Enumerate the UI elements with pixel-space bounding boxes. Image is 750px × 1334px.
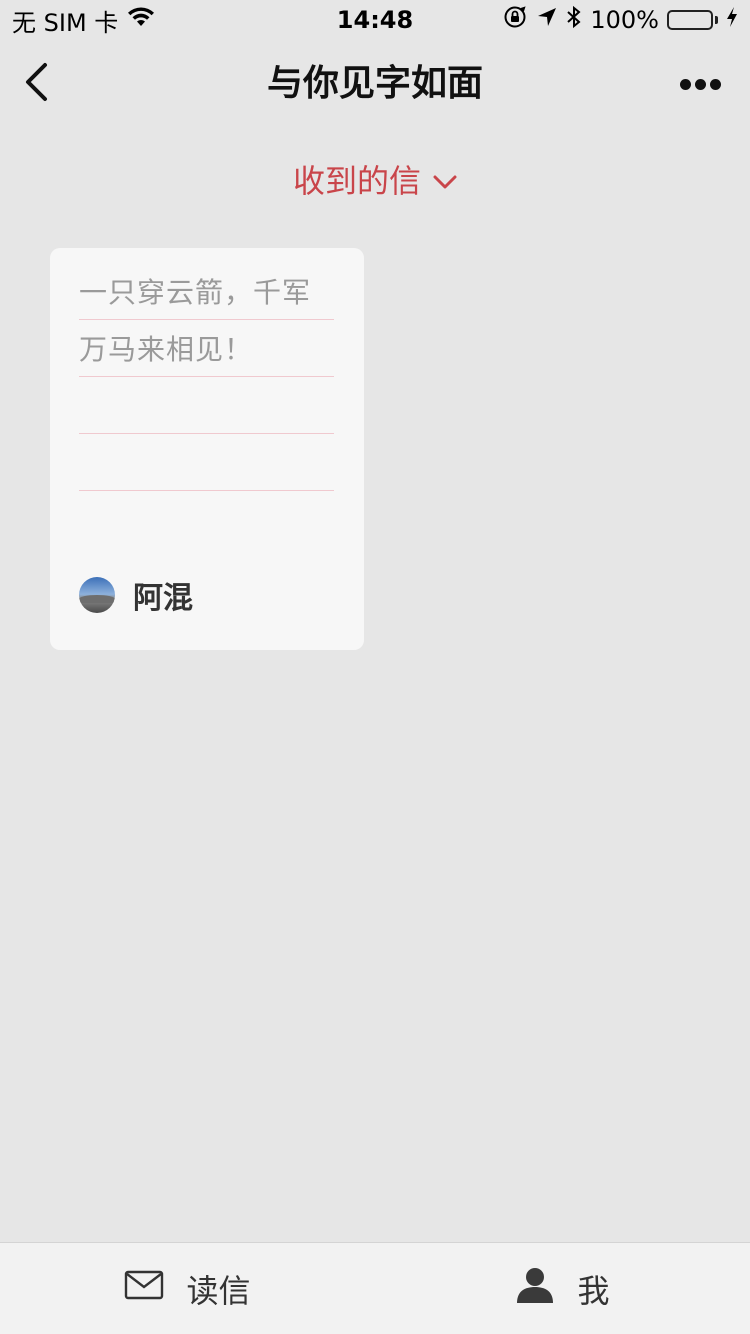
envelope-icon — [124, 1270, 164, 1308]
tab-me-label: 我 — [577, 1271, 610, 1310]
status-right: 100% — [502, 4, 738, 36]
tab-bar: 读信 我 — [0, 1242, 750, 1334]
battery-percent: 100% — [590, 6, 659, 34]
more-dots-icon — [679, 78, 691, 90]
nav-bar: 与你见字如面 — [0, 40, 750, 128]
tab-read-letters[interactable]: 读信 — [0, 1243, 375, 1334]
orientation-lock-icon — [502, 4, 528, 36]
tab-me[interactable]: 我 — [375, 1243, 750, 1334]
page-title: 与你见字如面 — [266, 63, 483, 104]
letter-sender: 阿混 — [79, 573, 193, 617]
wifi-icon — [126, 6, 156, 34]
more-button[interactable] — [672, 66, 728, 102]
battery-icon — [667, 10, 718, 30]
letter-line: 万马来相见！ — [79, 320, 334, 377]
letter-line — [79, 434, 334, 491]
letter-filter-label: 收到的信 — [292, 162, 421, 200]
status-bar: 无 SIM 卡 14:48 100% — [0, 0, 750, 40]
bluetooth-icon — [566, 5, 582, 35]
letter-line: 一只穿云箭，千军 — [79, 263, 334, 320]
sender-name: 阿混 — [133, 581, 193, 616]
charging-bolt-icon — [726, 6, 738, 34]
person-icon — [515, 1266, 555, 1312]
location-arrow-icon — [536, 6, 558, 34]
avatar — [79, 577, 115, 613]
tab-read-letters-label: 读信 — [186, 1271, 251, 1310]
letter-filter-dropdown[interactable]: 收到的信 — [293, 156, 457, 202]
letter-filter: 收到的信 — [0, 156, 750, 202]
carrier-label: 无 SIM 卡 — [12, 8, 119, 37]
letter-preview: 一只穿云箭，千军 万马来相见！ — [79, 263, 334, 491]
status-left: 无 SIM 卡 — [12, 3, 156, 38]
chevron-down-icon — [433, 160, 457, 198]
letter-line — [79, 377, 334, 434]
letter-card[interactable]: 一只穿云箭，千军 万马来相见！ 阿混 — [50, 248, 364, 650]
